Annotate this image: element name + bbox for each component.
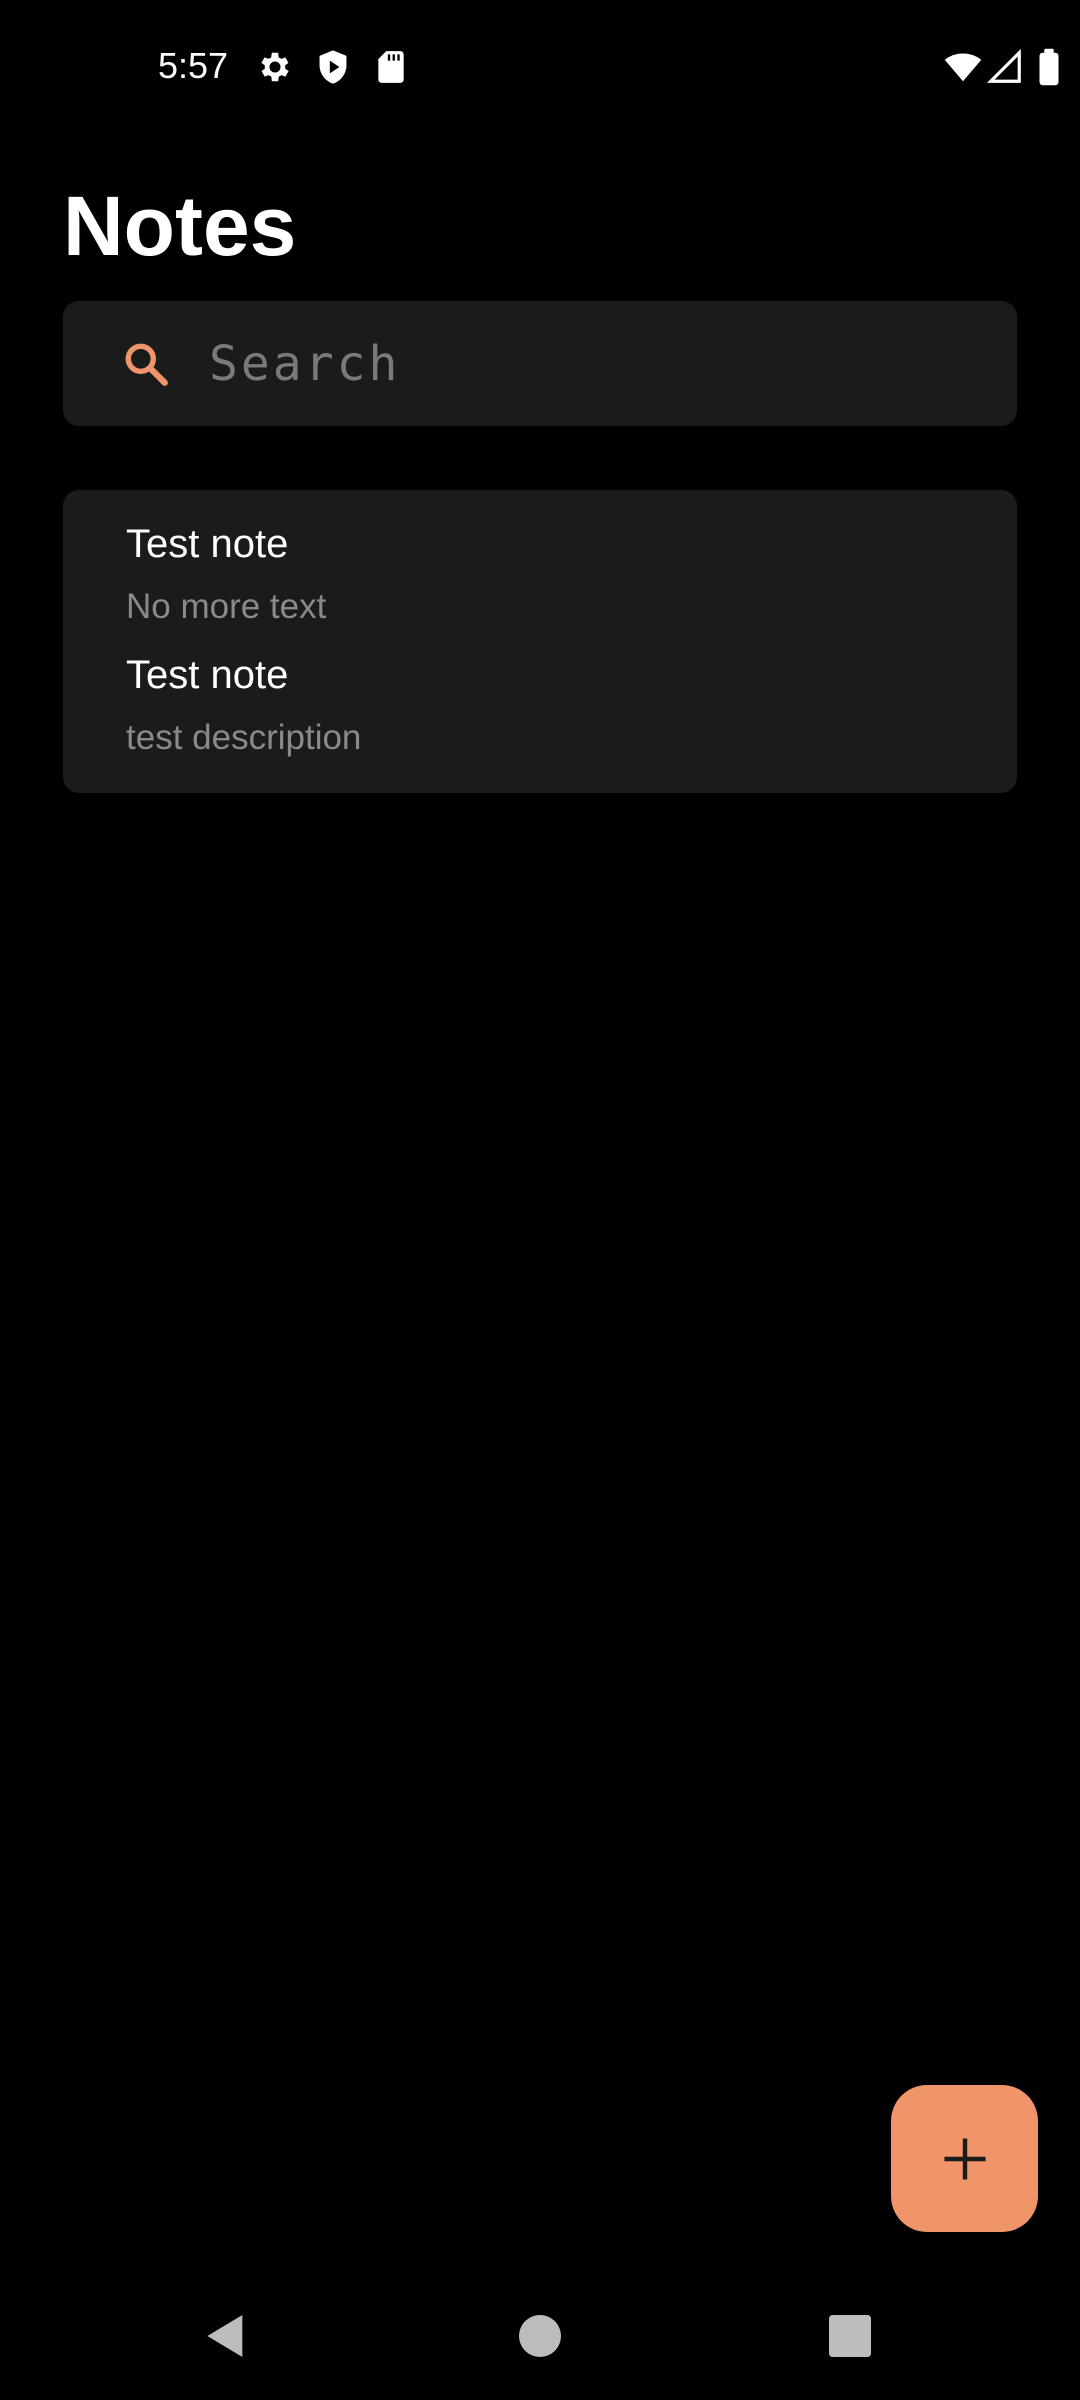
recents-icon[interactable] [822, 2308, 878, 2364]
navigation-bar [0, 2270, 1080, 2400]
note-item[interactable]: Test note test description [126, 651, 986, 759]
search-input[interactable] [209, 329, 969, 399]
note-item[interactable]: Test note No more text [126, 520, 986, 628]
cell-signal-icon [986, 48, 1024, 86]
wifi-icon [942, 48, 984, 86]
battery-icon [1036, 48, 1062, 86]
status-time: 5:57 [158, 45, 229, 86]
note-title: Test note [126, 653, 289, 697]
search-bar[interactable] [63, 301, 1017, 426]
back-icon[interactable] [198, 2308, 254, 2364]
status-bar: 5:57 [0, 0, 1080, 136]
plus-icon [943, 2137, 986, 2180]
gear-icon [256, 48, 294, 86]
shield-play-icon [314, 48, 352, 86]
sd-card-icon [372, 48, 410, 86]
search-icon [121, 339, 171, 389]
note-title: Test note [126, 522, 289, 566]
page-title: Notes [63, 179, 297, 273]
home-icon[interactable] [512, 2308, 568, 2364]
note-description: No more text [126, 587, 327, 626]
note-description: test description [126, 718, 362, 757]
add-note-button[interactable] [891, 2085, 1038, 2232]
notes-list: Test note No more text Test note test de… [63, 490, 1017, 793]
